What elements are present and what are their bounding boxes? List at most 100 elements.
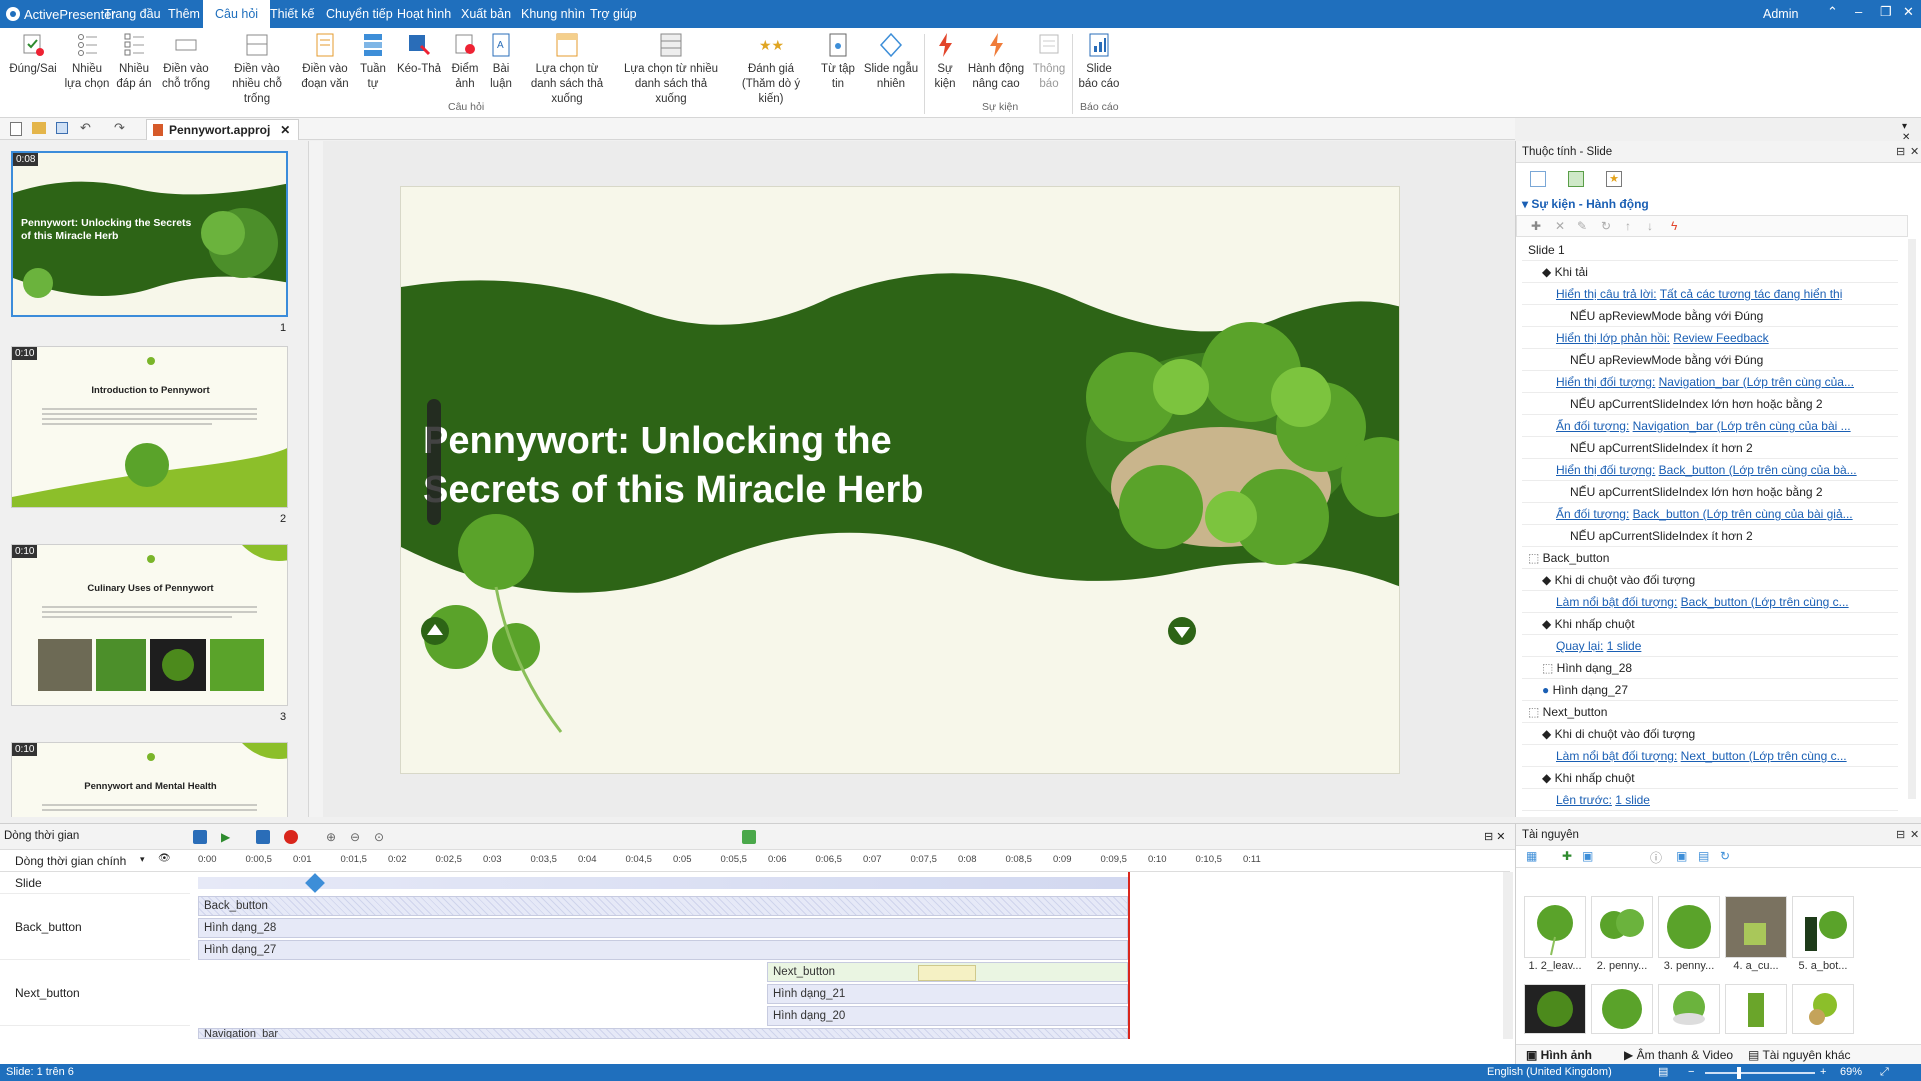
hotspot-button[interactable]: Điểm ảnh xyxy=(448,32,482,92)
event-target-link[interactable]: Review Feedback xyxy=(1673,331,1768,345)
fill-paragraph-button[interactable]: Điền vào đoạn văn xyxy=(300,32,350,92)
menu-tab-view[interactable]: Khung nhìn xyxy=(521,0,585,28)
event-tree-row[interactable]: Quay lại: 1 slide xyxy=(1522,635,1898,657)
event-tree-row[interactable]: Làm nổi bật đối tượng: Back_button (Lớp … xyxy=(1522,591,1898,613)
report-slide-button[interactable]: Slide báo cáo xyxy=(1078,32,1120,92)
refresh-icon[interactable]: ↻ xyxy=(1720,849,1730,863)
resource-thumbnail[interactable] xyxy=(1524,896,1586,958)
add-resource-icon[interactable]: ✚ xyxy=(1562,849,1572,863)
move-up-icon[interactable]: ↑ xyxy=(1625,219,1631,233)
large-thumbs-icon[interactable]: ▣ xyxy=(1676,849,1687,863)
object-drag-handle[interactable] xyxy=(427,399,441,525)
open-folder-icon[interactable] xyxy=(32,122,46,134)
event-target-link[interactable]: Navigation_bar (Lớp trên cùng của... xyxy=(1659,375,1854,389)
event-target-link[interactable]: Back_button (Lớp trên cùng của bài giả..… xyxy=(1633,507,1853,521)
fill-multiple-blanks-button[interactable]: Điền vào nhiều chỗ trống xyxy=(220,32,294,107)
timeline-close-icon[interactable]: ⊟ ✕ xyxy=(1484,830,1506,843)
timeline-effect-block[interactable] xyxy=(918,965,976,981)
event-target-link[interactable]: Next_button (Lớp trên cùng c... xyxy=(1681,749,1847,763)
next-button[interactable] xyxy=(1168,617,1196,645)
event-tree-row[interactable]: ◆ Khi nhấp chuột xyxy=(1522,767,1898,789)
notes-icon[interactable]: ▤ xyxy=(1658,1064,1668,1081)
event-tree-row[interactable]: ◆ Khi di chuột vào đối tượng xyxy=(1522,723,1898,745)
stop-icon[interactable] xyxy=(256,830,270,844)
menu-tab-transitions[interactable]: Chuyển tiếp xyxy=(326,0,393,28)
menu-tab-design[interactable]: Thiết kế xyxy=(270,0,314,28)
play-icon[interactable]: ▶ xyxy=(221,830,235,844)
slide-thumbnail[interactable]: 0:08 Pennywort: Unlocking the Secrets of… xyxy=(11,151,288,317)
event-tree-row[interactable]: ● Hình dạng_27 xyxy=(1522,679,1898,701)
event-tree-row[interactable]: Hiển thị đối tượng: Navigation_bar (Lớp … xyxy=(1522,371,1898,393)
zoom-level[interactable]: 69% xyxy=(1840,1064,1862,1081)
timeline-row-slide[interactable]: Slide xyxy=(0,872,190,894)
multiple-response-button[interactable]: Nhiều đáp án xyxy=(114,32,154,92)
advanced-action-button[interactable]: Hành động nâng cao xyxy=(966,32,1026,92)
drag-drop-button[interactable]: Kéo-Thả xyxy=(396,32,442,77)
zoom-in-icon[interactable]: ⊕ xyxy=(326,830,340,844)
zoom-fit-icon[interactable]: ⊙ xyxy=(374,830,388,844)
event-action-icon[interactable]: ϟ xyxy=(1671,219,1677,233)
slide-thumbnail[interactable]: 0:10 Pennywort and Mental Health xyxy=(11,742,288,817)
timeline-bar-navigation[interactable]: Navigation_bar xyxy=(198,1028,1128,1039)
view-mode-icon[interactable]: ▦ xyxy=(1526,849,1537,863)
close-window-icon[interactable]: ✕ xyxy=(1903,4,1914,20)
properties-scrollbar[interactable] xyxy=(1908,239,1916,799)
event-tree-row[interactable]: ◆ Khi tải xyxy=(1522,261,1898,283)
insert-audio-icon[interactable] xyxy=(742,830,756,844)
event-tree-row[interactable]: ⬚ Back_button xyxy=(1522,547,1898,569)
fill-blank-button[interactable]: Điền vào chỗ trống xyxy=(158,32,214,92)
edit-action-icon[interactable]: ✎ xyxy=(1577,219,1587,233)
tab-images[interactable]: ▣ Hình ảnh xyxy=(1526,1048,1592,1062)
add-action-icon[interactable]: ✚ xyxy=(1531,219,1541,233)
from-file-button[interactable]: Từ tập tin xyxy=(818,32,858,92)
close-panel-icon[interactable]: ✕ xyxy=(1910,824,1919,846)
tab-audio-video[interactable]: ▶ Âm thanh & Video xyxy=(1624,1048,1733,1062)
language-status[interactable]: English (United Kingdom) xyxy=(1487,1064,1612,1081)
properties-tab-interaction-icon[interactable] xyxy=(1568,171,1584,187)
random-slide-button[interactable]: Slide ngẫu nhiên xyxy=(862,32,920,92)
timeline-bar-shape27[interactable]: Hình dạng_27 xyxy=(198,940,1128,960)
event-tree-row[interactable]: ◆ Khi nhấp chuột xyxy=(1522,613,1898,635)
event-tree-row[interactable]: ⬚ Next_button xyxy=(1522,701,1898,723)
event-target-link[interactable]: Back_button (Lớp trên cùng của bà... xyxy=(1659,463,1857,477)
timeline-row-next[interactable]: Next_button xyxy=(0,960,190,1026)
slide-thumbnail[interactable]: 0:10 Culinary Uses of Pennywort xyxy=(11,544,288,706)
sequence-button[interactable]: Tuần tự xyxy=(356,32,390,92)
event-tree-row[interactable]: Làm nổi bật đối tượng: Next_button (Lớp … xyxy=(1522,745,1898,767)
timeline-scrollbar[interactable] xyxy=(1503,872,1513,1039)
timeline-ruler[interactable]: 0:00 0:00,5 0:01 0:01,5 0:02 0:02,5 0:03 0:03,5… xyxy=(190,850,1510,872)
event-button[interactable]: Sự kiện xyxy=(930,32,960,92)
import-icon[interactable]: ▣ xyxy=(1582,849,1593,863)
slide-title-text[interactable]: Pennywort: Unlocking the Secrets of this… xyxy=(423,417,1023,515)
menu-tab-insert[interactable]: Thêm xyxy=(168,0,200,28)
menu-tab-help[interactable]: Trợ giúp xyxy=(590,0,637,28)
resource-thumbnail[interactable] xyxy=(1725,896,1787,958)
properties-tab-effects-icon[interactable]: ★ xyxy=(1606,171,1622,187)
restore-icon[interactable]: ❐ xyxy=(1880,4,1892,20)
event-tree-row[interactable]: Hiển thị đối tượng: Back_button (Lớp trê… xyxy=(1522,459,1898,481)
info-icon[interactable]: ⓘ xyxy=(1650,849,1662,866)
menu-tab-questions[interactable]: Câu hỏi xyxy=(203,0,271,28)
delete-action-icon[interactable]: ✕ xyxy=(1555,219,1565,233)
zoom-out-icon[interactable]: − xyxy=(1688,1064,1694,1081)
resource-thumbnail[interactable] xyxy=(1524,984,1586,1034)
events-section-header[interactable]: ▾ Sự kiện - Hành động xyxy=(1522,197,1649,211)
timeline-row-back[interactable]: Back_button xyxy=(0,894,190,960)
user-name[interactable]: Admin xyxy=(1763,7,1798,21)
minimize-icon[interactable]: – xyxy=(1855,4,1862,19)
message-button[interactable]: Thông báo xyxy=(1032,32,1066,92)
event-tree-row[interactable]: NẾU apReviewMode bằng với Đúng xyxy=(1522,305,1898,327)
resource-thumbnail[interactable] xyxy=(1658,984,1720,1034)
event-tree-row[interactable]: NẾU apCurrentSlideIndex lớn hơn hoặc bằn… xyxy=(1522,481,1898,503)
timeline-selector[interactable]: Dòng thời gian chính ▾ 👁 xyxy=(0,850,190,872)
new-file-icon[interactable] xyxy=(10,122,22,136)
dropdown-select-button[interactable]: Lựa chọn từ danh sách thả xuống xyxy=(522,32,612,107)
multiple-choice-button[interactable]: Nhiều lựa chọn xyxy=(64,32,110,92)
event-tree-row[interactable]: NẾU apCurrentSlideIndex lớn hơn hoặc bằn… xyxy=(1522,393,1898,415)
pin-icon[interactable]: ⊟ xyxy=(1896,824,1905,846)
event-tree-row[interactable]: Ẩn đối tượng: Navigation_bar (Lớp trên c… xyxy=(1522,415,1898,437)
event-tree-row[interactable]: Ẩn đối tượng: Back_button (Lớp trên cùng… xyxy=(1522,503,1898,525)
resource-thumbnail[interactable] xyxy=(1725,984,1787,1034)
zoom-slider-thumb[interactable] xyxy=(1737,1067,1741,1079)
event-tree-row[interactable]: Hiển thị lớp phản hồi: Review Feedback xyxy=(1522,327,1898,349)
